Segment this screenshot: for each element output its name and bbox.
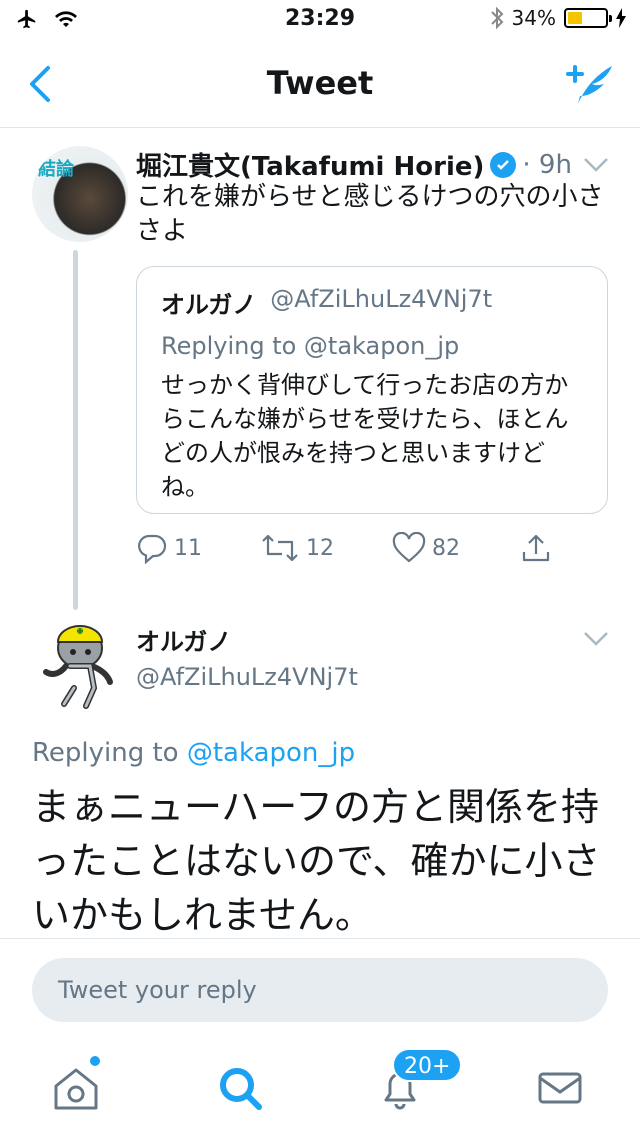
reply-text: まぁニューハーフの方と関係を持ったことはないので、確かに小さいかもしれません。: [32, 785, 601, 937]
chevron-down-icon[interactable]: [582, 156, 610, 174]
tweet-text: これを嫌がらせと感じるけつの穴の小ささよ: [136, 182, 604, 246]
heart-icon: [392, 532, 426, 563]
verified-badge-icon: [490, 151, 517, 178]
notifications-badge: 20+: [392, 1048, 463, 1082]
status-bar: 23:29 34%: [0, 0, 640, 40]
quoted-replying-to: Replying to @takapon_jp: [161, 332, 460, 360]
reply-button[interactable]: 11: [136, 532, 202, 564]
charging-bolt-icon: [616, 8, 626, 28]
tweet-actions: 11 12 82: [136, 532, 556, 572]
home-icon[interactable]: [48, 1060, 104, 1116]
tweet-time: · 9h: [522, 149, 572, 180]
reply-header: オルガノ @AfZiLhuLz4VNj7t: [136, 622, 358, 691]
reply-replying-to: Replying to @takapon_jp: [32, 738, 355, 768]
share-button[interactable]: [520, 532, 552, 564]
search-icon[interactable]: [212, 1060, 268, 1116]
quoted-tweet-header: オルガノ @AfZiLhuLz4VNj7t: [161, 285, 583, 320]
tweet-reply-input[interactable]: Tweet your reply: [32, 958, 608, 1022]
navigation-bar: Tweet: [0, 40, 640, 128]
quoted-author-handle: @AfZiLhuLz4VNj7t: [270, 285, 493, 313]
quoted-author-name: オルガノ: [161, 291, 257, 319]
bluetooth-icon: [490, 6, 503, 30]
avatar-text: 結論: [38, 159, 74, 180]
thread-line: [73, 250, 78, 610]
retweet-count: 12: [306, 535, 334, 561]
battery-percent: 34%: [511, 6, 556, 30]
retweet-icon: [262, 534, 298, 562]
retweet-button[interactable]: 12: [260, 532, 334, 564]
tweet-header: 堀江貴文(Takafumi Horie) · 9h: [136, 146, 572, 183]
reply-count: 11: [174, 535, 202, 561]
avatar-takafumi-horie[interactable]: 結論: [32, 146, 128, 242]
quoted-tweet[interactable]: オルガノ @AfZiLhuLz4VNj7t Replying to @takap…: [136, 266, 608, 514]
replying-prefix: Replying to: [32, 738, 179, 768]
reply-icon: [138, 534, 167, 564]
quoted-tweet-text: せっかく背伸びして行ったお店の方からこんな嫌がらせを受けたら、ほとんどの人が恨み…: [161, 371, 569, 501]
avatar-organo-cat[interactable]: [30, 614, 128, 712]
author-name[interactable]: 堀江貴文(Takafumi Horie): [136, 146, 484, 183]
share-icon: [522, 534, 550, 562]
reply-author-name[interactable]: オルガノ: [136, 622, 358, 657]
messages-mail-icon[interactable]: [532, 1060, 588, 1116]
home-new-dot: [90, 1056, 100, 1066]
tweet-detail-screen: 23:29 34% Tweet 結論 堀江貴文(Takafumi Horie) …: [0, 0, 640, 1136]
like-count: 82: [432, 535, 460, 561]
tab-bar: [0, 1040, 640, 1136]
status-right: 34%: [490, 6, 626, 30]
battery-icon: [564, 8, 612, 28]
compose-tweet-icon[interactable]: [564, 58, 616, 110]
reply-author-handle[interactable]: @AfZiLhuLz4VNj7t: [136, 663, 358, 691]
chevron-down-icon[interactable]: [582, 630, 610, 648]
like-button[interactable]: 82: [392, 532, 460, 564]
divider: [0, 938, 640, 939]
replying-mention-link[interactable]: @takapon_jp: [187, 738, 355, 768]
page-title: Tweet: [266, 64, 374, 102]
